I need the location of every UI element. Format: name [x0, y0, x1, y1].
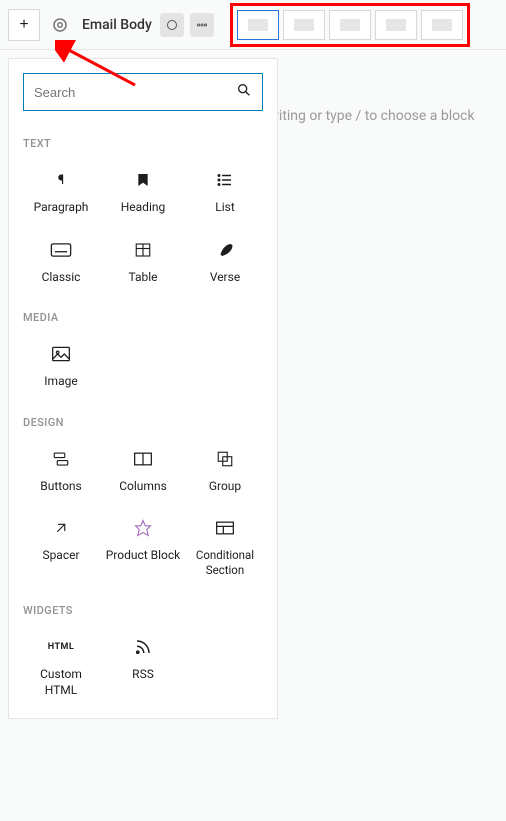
category-media-label: MEDIA — [23, 311, 263, 324]
table-icon — [131, 238, 155, 262]
block-group[interactable]: Group — [187, 447, 263, 495]
search-input[interactable] — [34, 85, 236, 100]
block-conditional[interactable]: Conditional Section — [187, 516, 263, 578]
template-option-1[interactable] — [237, 10, 279, 40]
bookmark-icon — [131, 168, 155, 192]
block-spacer[interactable]: Spacer — [23, 516, 99, 578]
block-buttons[interactable]: Buttons — [23, 447, 99, 495]
html-icon: HTML — [49, 635, 73, 659]
block-image[interactable]: Image — [23, 342, 99, 390]
block-inserter-panel: TEXT ¶ Paragraph Heading List — [8, 58, 278, 719]
columns-icon — [131, 447, 155, 471]
group-icon — [213, 447, 237, 471]
block-rss[interactable]: RSS — [105, 635, 181, 698]
plus-icon: + — [19, 16, 28, 34]
keyboard-icon — [49, 238, 73, 262]
section-icon — [213, 516, 237, 540]
block-list[interactable]: List — [187, 168, 263, 216]
block-classic[interactable]: Classic — [23, 238, 99, 286]
template-option-5[interactable] — [421, 10, 463, 40]
page-title: Email Body — [82, 17, 152, 33]
block-columns[interactable]: Columns — [105, 447, 181, 495]
category-design-label: DESIGN — [23, 416, 263, 429]
add-block-button[interactable]: + — [8, 9, 40, 41]
category-widgets-label: WIDGETS — [23, 604, 263, 617]
template-selector — [230, 3, 470, 47]
template-option-4[interactable] — [375, 10, 417, 40]
block-paragraph[interactable]: ¶ Paragraph — [23, 168, 99, 216]
category-text-label: TEXT — [23, 137, 263, 150]
search-wrap — [23, 73, 263, 111]
list-icon — [213, 168, 237, 192]
block-custom-html[interactable]: HTML Custom HTML — [23, 635, 99, 698]
search-icon — [236, 82, 252, 102]
toolbar: + Email Body — [0, 0, 506, 50]
buttons-icon — [49, 447, 73, 471]
block-heading[interactable]: Heading — [105, 168, 181, 216]
toolbar-action-2[interactable] — [190, 13, 214, 37]
pilcrow-icon: ¶ — [49, 168, 73, 192]
block-product[interactable]: Product Block — [105, 516, 181, 578]
image-icon — [49, 342, 73, 366]
star-icon — [131, 516, 155, 540]
template-option-3[interactable] — [329, 10, 371, 40]
settings-icon[interactable] — [46, 11, 74, 39]
quill-icon — [213, 238, 237, 262]
block-verse[interactable]: Verse — [187, 238, 263, 286]
toolbar-action-1[interactable] — [160, 13, 184, 37]
rss-icon — [131, 635, 155, 659]
template-option-2[interactable] — [283, 10, 325, 40]
block-table[interactable]: Table — [105, 238, 181, 286]
spacer-icon — [49, 516, 73, 540]
